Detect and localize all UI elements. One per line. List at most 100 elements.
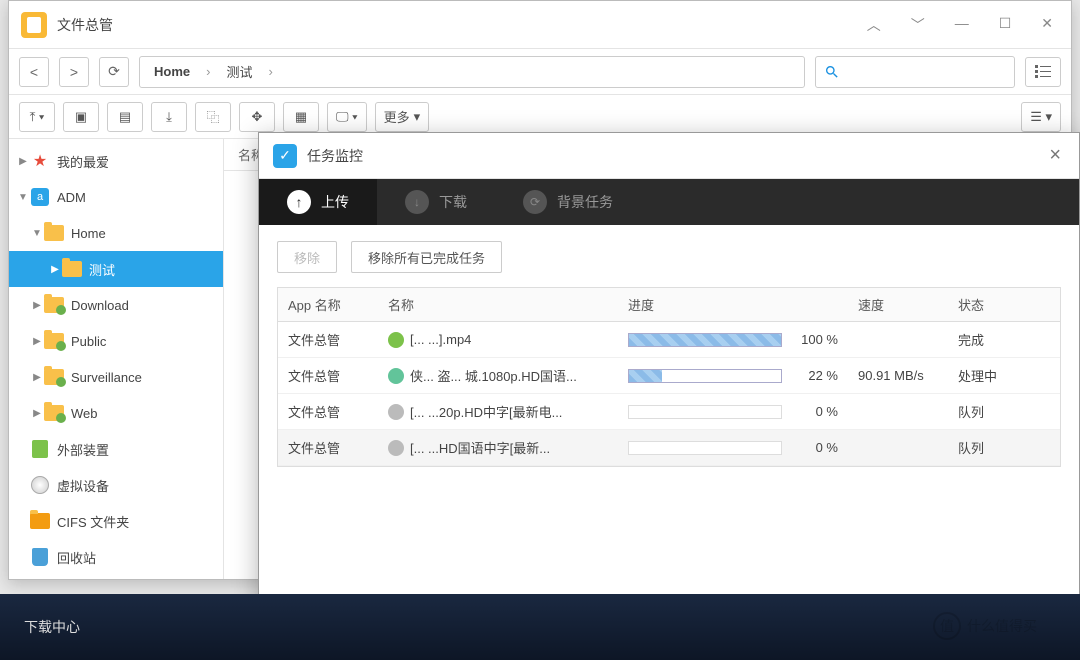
cell-progress: 0 % bbox=[618, 404, 848, 419]
sidebar-item-recycle[interactable]: 回收站 bbox=[9, 539, 223, 575]
cell-status: 完成 bbox=[948, 330, 1060, 349]
th-progress[interactable]: 进度 bbox=[618, 295, 848, 314]
upload-button[interactable]: ⤒ ▾ bbox=[19, 102, 55, 132]
table-header: App 名称 名称 进度 速度 状态 bbox=[278, 288, 1060, 322]
chevron-right-icon: › bbox=[268, 64, 272, 79]
view-mode-button[interactable]: ☰ ▾ bbox=[1021, 102, 1061, 132]
action-row: 移除 移除所有已完成任务 bbox=[277, 241, 1061, 273]
close-button[interactable]: ✕ bbox=[1035, 15, 1059, 35]
trash-icon bbox=[32, 548, 48, 566]
table-row[interactable]: 文件总管 [... ...HD国语中字[最新... 0 % 队列 bbox=[278, 430, 1060, 466]
list-icon bbox=[1035, 65, 1051, 79]
sidebar-item-download[interactable]: ▶Download bbox=[9, 287, 223, 323]
cell-app: 文件总管 bbox=[278, 330, 378, 349]
file-icon bbox=[388, 368, 404, 384]
breadcrumb[interactable]: Home › 测试 › bbox=[139, 56, 805, 88]
cell-progress: 0 % bbox=[618, 440, 848, 455]
maximize-button[interactable]: ☐ bbox=[993, 15, 1018, 35]
forward-button[interactable]: > bbox=[59, 57, 89, 87]
task-monitor-icon bbox=[273, 144, 297, 168]
upload-icon: ↑ bbox=[287, 190, 311, 214]
cell-progress: 22 % bbox=[618, 368, 848, 383]
file-icon bbox=[388, 332, 404, 348]
folder-icon bbox=[44, 225, 64, 241]
window-controls: ︿ ﹀ — ☐ ✕ bbox=[861, 15, 1059, 35]
cell-status: 队列 bbox=[948, 402, 1060, 421]
dialog-body: 移除 移除所有已完成任务 App 名称 名称 进度 速度 状态 文件总管 [..… bbox=[259, 225, 1079, 483]
sidebar-item-surveillance[interactable]: ▶Surveillance bbox=[9, 359, 223, 395]
breadcrumb-home[interactable]: Home bbox=[154, 64, 190, 79]
tab-download[interactable]: ↓ 下载 bbox=[377, 179, 495, 225]
download-icon: ↓ bbox=[405, 190, 429, 214]
cell-app: 文件总管 bbox=[278, 366, 378, 385]
tab-background[interactable]: ⟳ 背景任务 bbox=[495, 179, 641, 225]
progress-bar bbox=[628, 441, 782, 455]
table-row[interactable]: 文件总管 [... ...].mp4 100 % 完成 bbox=[278, 322, 1060, 358]
sidebar-item-adm[interactable]: ▼aADM bbox=[9, 179, 223, 215]
sidebar-item-share[interactable]: 共享链接管理局 bbox=[9, 575, 223, 579]
task-table: App 名称 名称 进度 速度 状态 文件总管 [... ...].mp4 10… bbox=[277, 287, 1061, 467]
more-button[interactable]: 更多 ▾ bbox=[375, 102, 430, 132]
file-icon bbox=[388, 404, 404, 420]
sidebar-item-public[interactable]: ▶Public bbox=[9, 323, 223, 359]
chevron-down-icon[interactable]: ﹀ bbox=[905, 15, 931, 35]
folder-icon bbox=[44, 297, 64, 313]
folder-icon bbox=[62, 261, 82, 277]
cell-status: 处理中 bbox=[948, 366, 1060, 385]
app-icon bbox=[21, 12, 47, 38]
cell-app: 文件总管 bbox=[278, 402, 378, 421]
breadcrumb-current[interactable]: 测试 bbox=[226, 62, 252, 81]
th-name[interactable]: 名称 bbox=[378, 295, 618, 314]
cell-name: [... ...20p.HD中字[最新电... bbox=[378, 402, 618, 421]
sidebar-item-virtual[interactable]: 虚拟设备 bbox=[9, 467, 223, 503]
sidebar-item-external[interactable]: 外部装置 bbox=[9, 431, 223, 467]
new-folder-button[interactable]: ▣ bbox=[63, 102, 99, 132]
disc-icon bbox=[31, 476, 49, 494]
remove-completed-button[interactable]: 移除所有已完成任务 bbox=[351, 241, 502, 273]
folder-icon bbox=[44, 405, 64, 421]
sidebar-item-cifs[interactable]: CIFS 文件夹 bbox=[9, 503, 223, 539]
folder-icon bbox=[44, 333, 64, 349]
th-app[interactable]: App 名称 bbox=[278, 295, 378, 314]
dialog-titlebar: 任务监控 × bbox=[259, 133, 1079, 179]
th-status[interactable]: 状态 bbox=[948, 295, 1060, 314]
chevron-up-icon[interactable]: ︿ bbox=[861, 15, 887, 35]
watermark-logo-icon: 值 bbox=[933, 612, 961, 640]
view-details-button[interactable] bbox=[1025, 57, 1061, 87]
sidebar-item-web[interactable]: ▶Web bbox=[9, 395, 223, 431]
th-speed[interactable]: 速度 bbox=[848, 295, 948, 314]
background-icon: ⟳ bbox=[523, 190, 547, 214]
chevron-right-icon: › bbox=[206, 64, 210, 79]
usb-icon bbox=[32, 440, 48, 458]
refresh-button[interactable]: ⟳ bbox=[99, 57, 129, 87]
progress-bar bbox=[628, 333, 782, 347]
cell-name: 侠... 盗... 城.1080p.HD国语... bbox=[378, 366, 618, 385]
copy-button[interactable]: ⿻ bbox=[195, 102, 231, 132]
cell-progress: 100 % bbox=[618, 332, 848, 347]
cell-name: [... ...HD国语中字[最新... bbox=[378, 438, 618, 457]
move-button[interactable]: ✥ bbox=[239, 102, 275, 132]
taskbar-item-download-center[interactable]: 下载中心 bbox=[0, 617, 104, 637]
sidebar-item-home[interactable]: ▼Home bbox=[9, 215, 223, 251]
sidebar: ▶★我的最爱 ▼aADM ▼Home ▶测试 ▶Download ▶Public… bbox=[9, 139, 224, 579]
minimize-button[interactable]: — bbox=[949, 15, 975, 35]
table-row[interactable]: 文件总管 侠... 盗... 城.1080p.HD国语... 22 % 90.9… bbox=[278, 358, 1060, 394]
sidebar-item-favorites[interactable]: ▶★我的最爱 bbox=[9, 143, 223, 179]
table-row[interactable]: 文件总管 [... ...20p.HD中字[最新电... 0 % 队列 bbox=[278, 394, 1060, 430]
cell-name: [... ...].mp4 bbox=[378, 332, 618, 348]
adm-icon: a bbox=[31, 188, 49, 206]
download-button[interactable]: ⤓ bbox=[151, 102, 187, 132]
remote-button[interactable]: 🖵 ▾ bbox=[327, 102, 367, 132]
watermark: 值 什么值得买 bbox=[910, 606, 1060, 646]
folder-button[interactable]: ▤ bbox=[107, 102, 143, 132]
star-icon: ★ bbox=[33, 151, 47, 171]
search-input[interactable] bbox=[815, 56, 1015, 88]
folder-icon bbox=[30, 513, 50, 529]
back-button[interactable]: < bbox=[19, 57, 49, 87]
folder-icon bbox=[44, 369, 64, 385]
dialog-close-button[interactable]: × bbox=[1045, 144, 1065, 167]
select-button[interactable]: ▦ bbox=[283, 102, 319, 132]
sidebar-item-test[interactable]: ▶测试 bbox=[9, 251, 223, 287]
remove-button[interactable]: 移除 bbox=[277, 241, 337, 273]
tab-upload[interactable]: ↑ 上传 bbox=[259, 179, 377, 225]
